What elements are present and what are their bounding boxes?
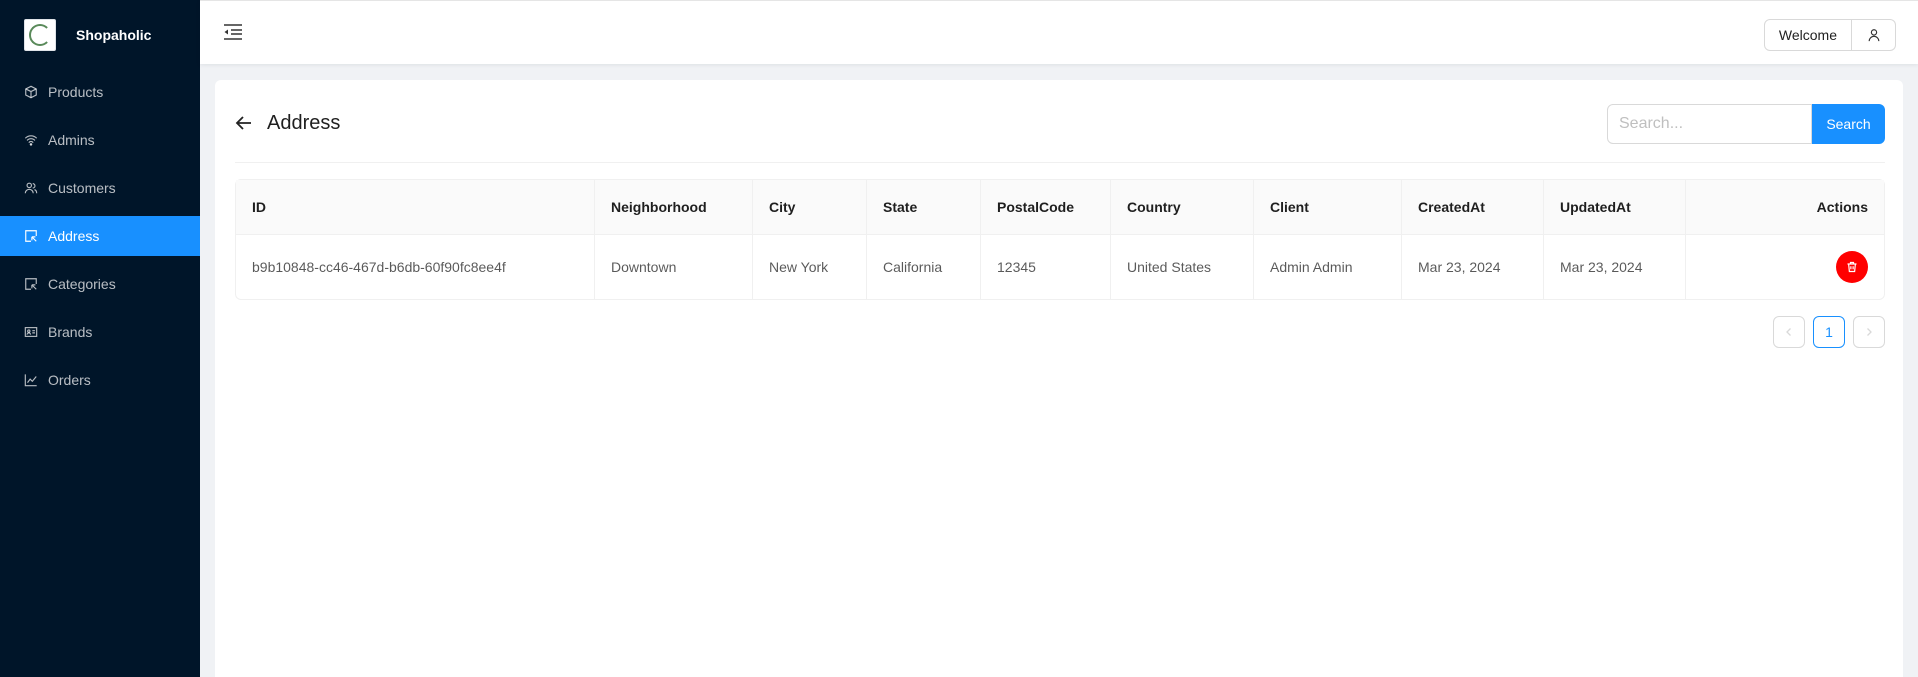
brand-logo (24, 19, 56, 51)
search-bar: Search (1607, 104, 1885, 144)
logo-row[interactable]: Shopaholic (0, 0, 200, 70)
column-header-updatedat[interactable]: UpdatedAt (1544, 180, 1686, 235)
select-icon (25, 230, 37, 242)
chevron-right-icon (1867, 328, 1872, 336)
sidebar-item-admins[interactable]: Admins (0, 120, 200, 160)
sidebar-item-products[interactable]: Products (0, 72, 200, 112)
user-menu: Welcome (1763, 19, 1896, 51)
cell-state: California (867, 235, 981, 299)
search-button[interactable]: Search (1812, 104, 1885, 144)
brand-name: Shopaholic (76, 27, 152, 43)
sidebar-item-categories[interactable]: Categories (0, 264, 200, 304)
column-header-client[interactable]: Client (1254, 180, 1402, 235)
menu-fold-icon[interactable] (222, 21, 244, 43)
sidebar-item-label: Products (48, 84, 104, 100)
main-content: Address Search ID Neighborhood City Stat… (215, 80, 1903, 677)
users-icon (24, 182, 38, 194)
page-button-current[interactable]: 1 (1813, 316, 1845, 348)
box-icon (25, 85, 37, 99)
select-icon (25, 278, 37, 290)
column-header-postalcode[interactable]: PostalCode (981, 180, 1111, 235)
page-title: Address (267, 112, 341, 134)
sidebar-item-label: Orders (48, 372, 91, 388)
cell-postalcode: 12345 (981, 235, 1111, 299)
column-header-createdat[interactable]: CreatedAt (1402, 180, 1544, 235)
sidebar-item-orders[interactable]: Orders (0, 360, 200, 400)
cell-createdat: Mar 23, 2024 (1402, 235, 1544, 299)
divider (235, 162, 1885, 163)
trash-icon (1847, 261, 1857, 273)
sidebar-item-address[interactable]: Address (0, 216, 200, 256)
column-header-country[interactable]: Country (1111, 180, 1254, 235)
sidebar-item-label: Address (48, 228, 100, 244)
column-header-id[interactable]: ID (236, 180, 595, 235)
sidebar-item-label: Admins (48, 132, 95, 148)
chevron-left-icon (1786, 328, 1791, 336)
sidebar-item-label: Categories (48, 276, 116, 292)
pagination: 1 (1773, 316, 1885, 348)
wifi-icon (24, 135, 38, 146)
cell-id: b9b10848-cc46-467d-b6db-60f90fc8ee4f (236, 235, 595, 299)
search-input[interactable] (1607, 104, 1812, 144)
next-page-button[interactable] (1853, 316, 1885, 348)
cell-client: Admin Admin (1254, 235, 1402, 299)
user-button[interactable] (1852, 19, 1896, 51)
cell-neighborhood: Downtown (595, 235, 753, 299)
top-header: Welcome (200, 0, 1918, 64)
chart-icon (24, 374, 37, 387)
user-icon (1868, 29, 1879, 42)
welcome-button[interactable]: Welcome (1763, 19, 1852, 51)
column-header-neighborhood[interactable]: Neighborhood (595, 180, 753, 235)
sidebar-item-label: Customers (48, 180, 116, 196)
id-card-icon (24, 327, 38, 337)
sidebar-item-brands[interactable]: Brands (0, 312, 200, 352)
cell-updatedat: Mar 23, 2024 (1544, 235, 1686, 299)
table-header-row: ID Neighborhood City State PostalCode Co… (236, 180, 1884, 235)
cell-actions (1686, 235, 1884, 299)
sidebar-item-customers[interactable]: Customers (0, 168, 200, 208)
prev-page-button[interactable] (1773, 316, 1805, 348)
cell-country: United States (1111, 235, 1254, 299)
column-header-city[interactable]: City (753, 180, 867, 235)
sidebar-menu: Products Admins Customers Address Catego… (0, 72, 200, 400)
column-header-actions: Actions (1686, 180, 1884, 235)
table-row: b9b10848-cc46-467d-b6db-60f90fc8ee4f Dow… (236, 235, 1884, 299)
sidebar: Shopaholic Products Admins Customers Add… (0, 0, 200, 677)
delete-button[interactable] (1836, 251, 1868, 283)
address-table: ID Neighborhood City State PostalCode Co… (235, 179, 1885, 300)
column-header-state[interactable]: State (867, 180, 981, 235)
arrow-left-icon[interactable] (235, 114, 253, 132)
cell-city: New York (753, 235, 867, 299)
sidebar-item-label: Brands (48, 324, 93, 340)
page-header: Address Search (235, 104, 1885, 144)
